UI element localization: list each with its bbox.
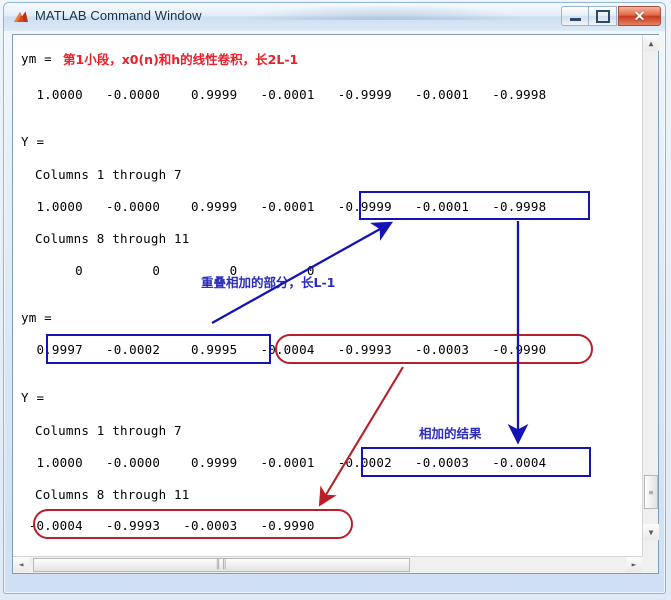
minimize-button[interactable] bbox=[561, 6, 589, 26]
red-diagonal-arrow bbox=[318, 366, 404, 507]
vertical-thumb-grip: ≡ bbox=[648, 488, 654, 497]
vertical-scrollbar[interactable]: ▲ ≡ ▼ bbox=[642, 35, 659, 556]
output-line-Y2-cols2: Columns 8 through 11 bbox=[35, 487, 190, 502]
red-pill-tail-Y2 bbox=[33, 509, 353, 539]
matlab-membrane-icon bbox=[13, 9, 29, 25]
scrollbar-corner bbox=[642, 556, 658, 573]
output-line-Y1-label: Y = bbox=[21, 134, 45, 149]
scroll-right-arrow-icon[interactable]: ► bbox=[626, 557, 642, 572]
horizontal-thumb-grip: ║║ bbox=[215, 560, 228, 570]
output-line-Y2-cols1: Columns 1 through 7 bbox=[35, 423, 182, 438]
close-button[interactable]: ✕ bbox=[618, 6, 661, 26]
maximize-button[interactable] bbox=[589, 6, 617, 26]
output-line-ym1-values: 1.0000 -0.0000 0.9999 -0.0001 -0.9999 -0… bbox=[21, 87, 547, 102]
scroll-down-arrow-icon[interactable]: ▼ bbox=[643, 524, 659, 540]
command-output-area[interactable]: ym = 1.0000 -0.0000 0.9999 -0.0001 -0.99… bbox=[13, 35, 642, 556]
horizontal-scroll-thumb[interactable]: ║║ bbox=[33, 558, 410, 572]
command-window-panel: ym = 1.0000 -0.0000 0.9999 -0.0001 -0.99… bbox=[12, 34, 659, 574]
minimize-icon bbox=[569, 18, 581, 21]
annotation-arrows bbox=[211, 221, 529, 507]
blue-box-sum-Y2 bbox=[361, 447, 591, 477]
red-pill-tail-ym2 bbox=[275, 334, 593, 364]
output-line-Y1-cols2: Columns 8 through 11 bbox=[35, 231, 190, 246]
output-line-ym2-label: ym = bbox=[21, 310, 52, 325]
window-controls: ✕ bbox=[561, 6, 661, 27]
output-line-Y1-cols1: Columns 1 through 7 bbox=[35, 167, 182, 182]
blue-box-head-ym2 bbox=[46, 334, 271, 364]
app-root: MATLAB Command Window ✕ ym = 1.0000 -0.0… bbox=[0, 0, 671, 600]
annotation-overlap-part: 重叠相加的部分，长L-1 bbox=[201, 275, 336, 290]
horizontal-scrollbar[interactable]: ◄ ║║ ► bbox=[13, 556, 642, 573]
title-bar-sheen bbox=[234, 4, 534, 20]
scroll-up-arrow-icon[interactable]: ▲ bbox=[643, 35, 659, 51]
output-line-Y2-label: Y = bbox=[21, 390, 45, 405]
window-title: MATLAB Command Window bbox=[35, 8, 202, 23]
vertical-scroll-thumb[interactable]: ≡ bbox=[644, 475, 658, 509]
blue-box-tail-Y1 bbox=[359, 191, 590, 220]
output-line-ym1-label: ym = bbox=[21, 51, 52, 66]
annotation-first-segment: 第1小段，x0(n)和h的线性卷积，长2L-1 bbox=[63, 52, 299, 67]
title-bar[interactable]: MATLAB Command Window ✕ bbox=[4, 3, 665, 31]
scroll-left-arrow-icon[interactable]: ◄ bbox=[13, 557, 29, 572]
matlab-command-window: MATLAB Command Window ✕ ym = 1.0000 -0.0… bbox=[3, 2, 666, 594]
annotation-sum-result: 相加的结果 bbox=[419, 426, 482, 441]
maximize-icon bbox=[595, 9, 610, 23]
